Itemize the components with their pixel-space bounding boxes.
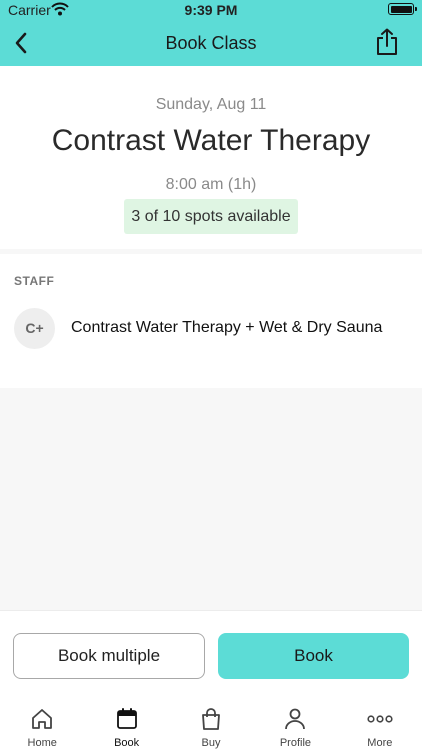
staff-label: STAFF — [14, 274, 55, 288]
staff-section: STAFF C+ Contrast Water Therapy + Wet & … — [0, 254, 422, 388]
tab-label: Buy — [201, 737, 221, 749]
calendar-icon — [114, 706, 140, 732]
tab-book[interactable]: Book — [84, 692, 168, 750]
header: Carrier 9:39 PM Book Class — [0, 0, 422, 66]
tab-label: Book — [114, 737, 140, 749]
tab-more[interactable]: More — [338, 692, 422, 750]
share-icon — [377, 28, 397, 55]
share-button[interactable] — [372, 26, 402, 58]
book-button[interactable]: Book — [218, 633, 409, 679]
tab-buy[interactable]: Buy — [169, 692, 253, 750]
tab-label: More — [367, 737, 393, 749]
class-info-card: Sunday, Aug 11 Contrast Water Therapy 8:… — [0, 66, 422, 249]
nav-bar: Book Class — [0, 20, 422, 66]
tab-label: Home — [27, 737, 57, 749]
tab-label: Profile — [279, 737, 312, 749]
class-date: Sunday, Aug 11 — [155, 96, 267, 113]
home-icon — [29, 706, 55, 732]
status-time: 9:39 PM — [184, 2, 238, 18]
profile-icon — [282, 706, 308, 732]
more-icon — [367, 706, 393, 732]
status-bar: Carrier 9:39 PM — [0, 0, 422, 20]
page-title: Book Class — [165, 33, 257, 53]
spots-available-badge: 3 of 10 spots available — [124, 199, 298, 234]
class-time: 8:00 am (1h) — [165, 176, 257, 193]
tab-home[interactable]: Home — [0, 692, 84, 750]
staff-avatar: C+ — [14, 307, 55, 349]
book-multiple-button[interactable]: Book multiple — [13, 633, 205, 679]
battery-icon — [388, 3, 417, 15]
class-name: Contrast Water Therapy — [51, 124, 371, 157]
staff-name: Contrast Water Therapy + Wet & Dry Sauna — [71, 319, 383, 336]
shopping-bag-icon — [198, 706, 224, 732]
staff-item[interactable]: C+ Contrast Water Therapy + Wet & Dry Sa… — [14, 307, 408, 349]
tab-bar: Home Book Buy Profile More — [0, 692, 422, 750]
tab-profile[interactable]: Profile — [253, 692, 337, 750]
